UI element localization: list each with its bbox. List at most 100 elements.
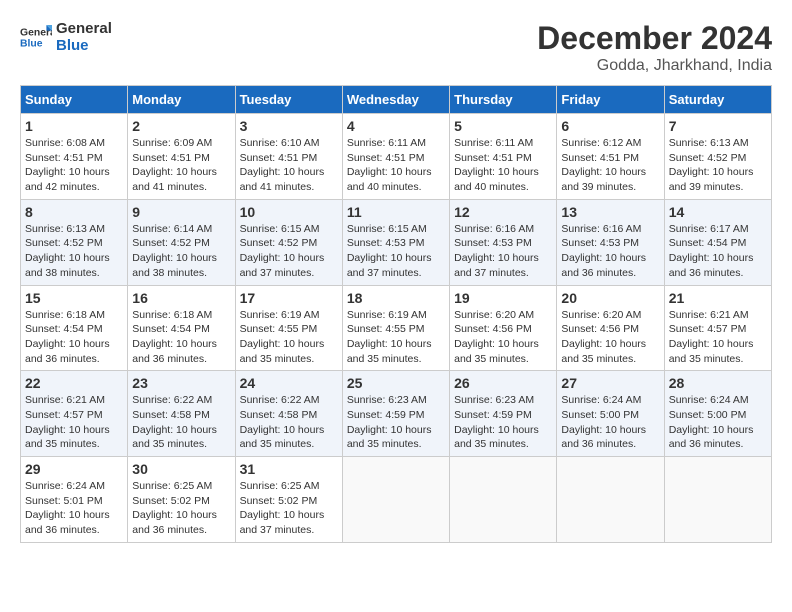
- day-info: Sunrise: 6:20 AM Sunset: 4:56 PM Dayligh…: [454, 308, 552, 367]
- day-info: Sunrise: 6:09 AM Sunset: 4:51 PM Dayligh…: [132, 136, 230, 195]
- sunset-text: Sunset: 4:55 PM: [347, 323, 425, 335]
- calendar-week-row: 1 Sunrise: 6:08 AM Sunset: 4:51 PM Dayli…: [21, 114, 772, 200]
- sunset-text: Sunset: 5:00 PM: [669, 409, 747, 421]
- calendar-cell: 14 Sunrise: 6:17 AM Sunset: 4:54 PM Dayl…: [664, 199, 771, 285]
- calendar-cell: 26 Sunrise: 6:23 AM Sunset: 4:59 PM Dayl…: [450, 371, 557, 457]
- day-number: 19: [454, 290, 552, 306]
- sunset-text: Sunset: 5:00 PM: [561, 409, 639, 421]
- sunrise-text: Sunrise: 6:20 AM: [561, 309, 641, 321]
- day-info: Sunrise: 6:25 AM Sunset: 5:02 PM Dayligh…: [240, 479, 338, 538]
- day-number: 10: [240, 204, 338, 220]
- day-number: 1: [25, 118, 123, 134]
- day-info: Sunrise: 6:16 AM Sunset: 4:53 PM Dayligh…: [454, 222, 552, 281]
- day-number: 6: [561, 118, 659, 134]
- calendar-cell: [342, 457, 449, 543]
- daylight-text: Daylight: 10 hours and 36 minutes.: [669, 252, 754, 279]
- sunrise-text: Sunrise: 6:22 AM: [132, 394, 212, 406]
- day-info: Sunrise: 6:22 AM Sunset: 4:58 PM Dayligh…: [240, 393, 338, 452]
- daylight-text: Daylight: 10 hours and 40 minutes.: [347, 166, 432, 193]
- calendar-cell: 17 Sunrise: 6:19 AM Sunset: 4:55 PM Dayl…: [235, 285, 342, 371]
- sunrise-text: Sunrise: 6:21 AM: [25, 394, 105, 406]
- calendar-header-tuesday: Tuesday: [235, 86, 342, 114]
- sunset-text: Sunset: 4:56 PM: [454, 323, 532, 335]
- sunset-text: Sunset: 4:58 PM: [132, 409, 210, 421]
- daylight-text: Daylight: 10 hours and 35 minutes.: [240, 424, 325, 451]
- day-info: Sunrise: 6:11 AM Sunset: 4:51 PM Dayligh…: [454, 136, 552, 195]
- sunset-text: Sunset: 4:52 PM: [132, 237, 210, 249]
- sunset-text: Sunset: 5:02 PM: [132, 495, 210, 507]
- sunset-text: Sunset: 4:57 PM: [25, 409, 103, 421]
- daylight-text: Daylight: 10 hours and 40 minutes.: [454, 166, 539, 193]
- logo-icon: General Blue: [20, 21, 52, 53]
- sunrise-text: Sunrise: 6:19 AM: [240, 309, 320, 321]
- daylight-text: Daylight: 10 hours and 36 minutes.: [25, 338, 110, 365]
- calendar-cell: 31 Sunrise: 6:25 AM Sunset: 5:02 PM Dayl…: [235, 457, 342, 543]
- calendar-cell: 2 Sunrise: 6:09 AM Sunset: 4:51 PM Dayli…: [128, 114, 235, 200]
- sunset-text: Sunset: 4:53 PM: [561, 237, 639, 249]
- calendar-cell: 24 Sunrise: 6:22 AM Sunset: 4:58 PM Dayl…: [235, 371, 342, 457]
- daylight-text: Daylight: 10 hours and 37 minutes.: [347, 252, 432, 279]
- day-number: 2: [132, 118, 230, 134]
- sunrise-text: Sunrise: 6:08 AM: [25, 137, 105, 149]
- sunrise-text: Sunrise: 6:15 AM: [347, 223, 427, 235]
- calendar-cell: 4 Sunrise: 6:11 AM Sunset: 4:51 PM Dayli…: [342, 114, 449, 200]
- sunset-text: Sunset: 4:51 PM: [132, 152, 210, 164]
- day-info: Sunrise: 6:24 AM Sunset: 5:01 PM Dayligh…: [25, 479, 123, 538]
- calendar-cell: 25 Sunrise: 6:23 AM Sunset: 4:59 PM Dayl…: [342, 371, 449, 457]
- calendar-cell: 16 Sunrise: 6:18 AM Sunset: 4:54 PM Dayl…: [128, 285, 235, 371]
- sunrise-text: Sunrise: 6:22 AM: [240, 394, 320, 406]
- daylight-text: Daylight: 10 hours and 41 minutes.: [240, 166, 325, 193]
- calendar-cell: 13 Sunrise: 6:16 AM Sunset: 4:53 PM Dayl…: [557, 199, 664, 285]
- day-info: Sunrise: 6:12 AM Sunset: 4:51 PM Dayligh…: [561, 136, 659, 195]
- calendar-cell: 15 Sunrise: 6:18 AM Sunset: 4:54 PM Dayl…: [21, 285, 128, 371]
- day-info: Sunrise: 6:23 AM Sunset: 4:59 PM Dayligh…: [347, 393, 445, 452]
- calendar-cell: 1 Sunrise: 6:08 AM Sunset: 4:51 PM Dayli…: [21, 114, 128, 200]
- sunrise-text: Sunrise: 6:18 AM: [132, 309, 212, 321]
- daylight-text: Daylight: 10 hours and 35 minutes.: [25, 424, 110, 451]
- daylight-text: Daylight: 10 hours and 39 minutes.: [561, 166, 646, 193]
- daylight-text: Daylight: 10 hours and 36 minutes.: [669, 424, 754, 451]
- day-info: Sunrise: 6:19 AM Sunset: 4:55 PM Dayligh…: [347, 308, 445, 367]
- sunset-text: Sunset: 4:59 PM: [347, 409, 425, 421]
- sunrise-text: Sunrise: 6:16 AM: [454, 223, 534, 235]
- calendar-cell: 27 Sunrise: 6:24 AM Sunset: 5:00 PM Dayl…: [557, 371, 664, 457]
- calendar-cell: 11 Sunrise: 6:15 AM Sunset: 4:53 PM Dayl…: [342, 199, 449, 285]
- daylight-text: Daylight: 10 hours and 42 minutes.: [25, 166, 110, 193]
- calendar-header-sunday: Sunday: [21, 86, 128, 114]
- day-number: 29: [25, 461, 123, 477]
- day-number: 9: [132, 204, 230, 220]
- sunrise-text: Sunrise: 6:23 AM: [454, 394, 534, 406]
- sunrise-text: Sunrise: 6:17 AM: [669, 223, 749, 235]
- sunset-text: Sunset: 5:01 PM: [25, 495, 103, 507]
- day-number: 13: [561, 204, 659, 220]
- daylight-text: Daylight: 10 hours and 35 minutes.: [669, 338, 754, 365]
- calendar-week-row: 8 Sunrise: 6:13 AM Sunset: 4:52 PM Dayli…: [21, 199, 772, 285]
- day-number: 14: [669, 204, 767, 220]
- day-number: 23: [132, 375, 230, 391]
- logo: General Blue GeneralBlue: [20, 20, 112, 55]
- calendar-cell: 3 Sunrise: 6:10 AM Sunset: 4:51 PM Dayli…: [235, 114, 342, 200]
- day-number: 12: [454, 204, 552, 220]
- calendar-cell: [450, 457, 557, 543]
- sunset-text: Sunset: 4:53 PM: [347, 237, 425, 249]
- calendar-week-row: 15 Sunrise: 6:18 AM Sunset: 4:54 PM Dayl…: [21, 285, 772, 371]
- daylight-text: Daylight: 10 hours and 36 minutes.: [132, 338, 217, 365]
- day-info: Sunrise: 6:08 AM Sunset: 4:51 PM Dayligh…: [25, 136, 123, 195]
- day-number: 16: [132, 290, 230, 306]
- daylight-text: Daylight: 10 hours and 38 minutes.: [25, 252, 110, 279]
- day-number: 28: [669, 375, 767, 391]
- calendar-header-row: SundayMondayTuesdayWednesdayThursdayFrid…: [21, 86, 772, 114]
- calendar-cell: 10 Sunrise: 6:15 AM Sunset: 4:52 PM Dayl…: [235, 199, 342, 285]
- sunset-text: Sunset: 4:55 PM: [240, 323, 318, 335]
- sunset-text: Sunset: 4:52 PM: [240, 237, 318, 249]
- day-number: 27: [561, 375, 659, 391]
- daylight-text: Daylight: 10 hours and 35 minutes.: [454, 338, 539, 365]
- day-number: 31: [240, 461, 338, 477]
- day-number: 17: [240, 290, 338, 306]
- sunrise-text: Sunrise: 6:21 AM: [669, 309, 749, 321]
- day-info: Sunrise: 6:17 AM Sunset: 4:54 PM Dayligh…: [669, 222, 767, 281]
- page-subtitle: Godda, Jharkhand, India: [537, 57, 772, 75]
- day-info: Sunrise: 6:10 AM Sunset: 4:51 PM Dayligh…: [240, 136, 338, 195]
- calendar-cell: 21 Sunrise: 6:21 AM Sunset: 4:57 PM Dayl…: [664, 285, 771, 371]
- calendar-cell: 5 Sunrise: 6:11 AM Sunset: 4:51 PM Dayli…: [450, 114, 557, 200]
